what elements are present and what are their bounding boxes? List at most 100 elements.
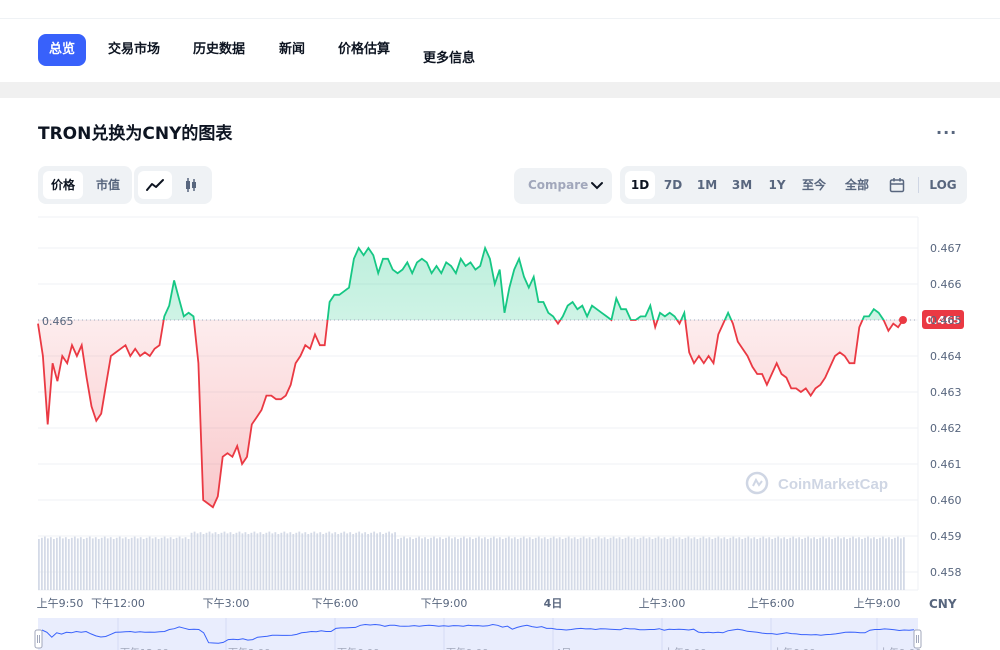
x-tick-label: 下午9:00 xyxy=(421,597,468,610)
volume-bar xyxy=(588,537,591,590)
volume-bar xyxy=(85,537,88,590)
volume-bar xyxy=(190,532,193,590)
volume-bar xyxy=(603,537,606,590)
volume-bar xyxy=(510,538,513,590)
volume-bar xyxy=(154,537,157,590)
y-tick-label: 0.459 xyxy=(930,530,962,543)
volume-bar xyxy=(816,539,819,590)
volume-bar xyxy=(633,537,636,590)
volume-bar xyxy=(88,536,91,590)
volume-bar xyxy=(867,536,869,590)
volume-bar xyxy=(400,537,402,590)
navigator-left-handle[interactable] xyxy=(34,629,43,649)
volume-bar xyxy=(49,537,52,590)
volume-bar xyxy=(313,531,316,590)
volume-bar xyxy=(552,536,555,590)
watermark: CoinMarketCap xyxy=(745,471,888,495)
volume-bar xyxy=(295,532,298,590)
volume-bar xyxy=(840,538,842,590)
volume-bar xyxy=(205,532,208,590)
volume-bar xyxy=(157,539,160,590)
volume-bar xyxy=(274,532,277,590)
volume-bar xyxy=(864,537,866,590)
volume-bar xyxy=(61,538,64,590)
volume-bar xyxy=(136,538,139,590)
volume-bar xyxy=(109,537,112,590)
volume-bar xyxy=(70,537,73,590)
volume-bar xyxy=(277,534,280,590)
y-axis-ticks: 0.458 0.459 0.460 0.461 0.462 0.463 0.464 0.465… xyxy=(930,242,962,579)
volume-bar xyxy=(576,539,579,590)
volume-bar xyxy=(627,536,630,590)
volume-bar xyxy=(687,536,690,590)
volume-bar xyxy=(858,537,860,590)
volume-bar xyxy=(654,537,657,590)
volume-bar xyxy=(720,538,723,590)
volume-bar xyxy=(609,537,612,590)
volume-bar xyxy=(226,533,229,590)
volume-bar xyxy=(798,537,801,590)
volume-bar xyxy=(771,539,774,590)
y-tick-label: 0.466 xyxy=(930,278,962,291)
volume-bar xyxy=(501,539,504,590)
volume-bar xyxy=(346,533,349,590)
volume-bar xyxy=(343,531,346,590)
volume-bar xyxy=(142,539,145,590)
volume-bar xyxy=(852,536,854,590)
volume-bar xyxy=(531,539,534,590)
volume-bar xyxy=(591,539,594,590)
volume-bar xyxy=(723,537,726,590)
x-tick-label: 上午3:00 xyxy=(639,597,686,610)
volume-bar xyxy=(208,531,211,590)
volume-bar xyxy=(406,538,408,590)
volume-bar xyxy=(373,531,376,590)
volume-bar xyxy=(187,539,190,590)
volume-bar xyxy=(504,537,507,590)
volume-bar xyxy=(537,536,540,590)
volume-bar xyxy=(151,538,154,590)
volume-bar xyxy=(166,538,169,590)
volume-bar xyxy=(376,533,379,590)
volume-bar xyxy=(900,538,902,590)
volume-bar xyxy=(82,539,85,590)
volume-bar xyxy=(903,537,905,590)
volume-bar xyxy=(582,536,585,590)
volume-bar xyxy=(67,539,70,590)
volume-bar xyxy=(163,536,166,590)
volume-bar xyxy=(489,537,492,590)
volume-bar xyxy=(849,537,851,590)
volume-bar xyxy=(442,539,444,590)
volume-bar xyxy=(355,532,358,590)
volume-bar xyxy=(433,536,435,590)
volume-bar xyxy=(130,537,133,590)
volume-bar xyxy=(91,538,94,590)
price-chart[interactable]: CoinMarketCap 0.465 0.465 0.458 0.459 0.46… xyxy=(0,0,1000,650)
volume-bar xyxy=(534,537,537,590)
x-tick-label: 上午6:00 xyxy=(748,597,795,610)
volume-bar xyxy=(702,536,705,590)
volume-bar xyxy=(846,539,848,590)
volume-bar xyxy=(250,532,253,590)
volume-bar xyxy=(543,537,546,590)
volume-bar xyxy=(463,536,465,590)
navigator-right-handle[interactable] xyxy=(913,629,922,649)
range-navigator[interactable]: 下午12:00下午3:00下午6:00下午9:004日上午3:00上午6:00上… xyxy=(0,614,1000,650)
volume-bar xyxy=(397,539,399,590)
volume-bar xyxy=(253,531,256,590)
volume-bar xyxy=(76,538,79,590)
volume-bar xyxy=(46,538,49,590)
volume-bar xyxy=(669,537,672,590)
volume-bar xyxy=(477,536,480,590)
volume-bar xyxy=(600,538,603,590)
y-tick-label: 0.465 xyxy=(930,314,962,327)
volume-bar xyxy=(726,539,729,590)
volume-bar xyxy=(579,537,582,590)
volume-bar xyxy=(367,534,370,590)
volume-bar xyxy=(486,539,489,590)
volume-bar xyxy=(630,538,633,590)
volume-bar xyxy=(747,536,750,590)
volume-bar xyxy=(873,537,875,590)
volume-bar xyxy=(178,536,181,590)
volume-bar xyxy=(421,538,423,590)
volume-bar xyxy=(768,537,771,590)
